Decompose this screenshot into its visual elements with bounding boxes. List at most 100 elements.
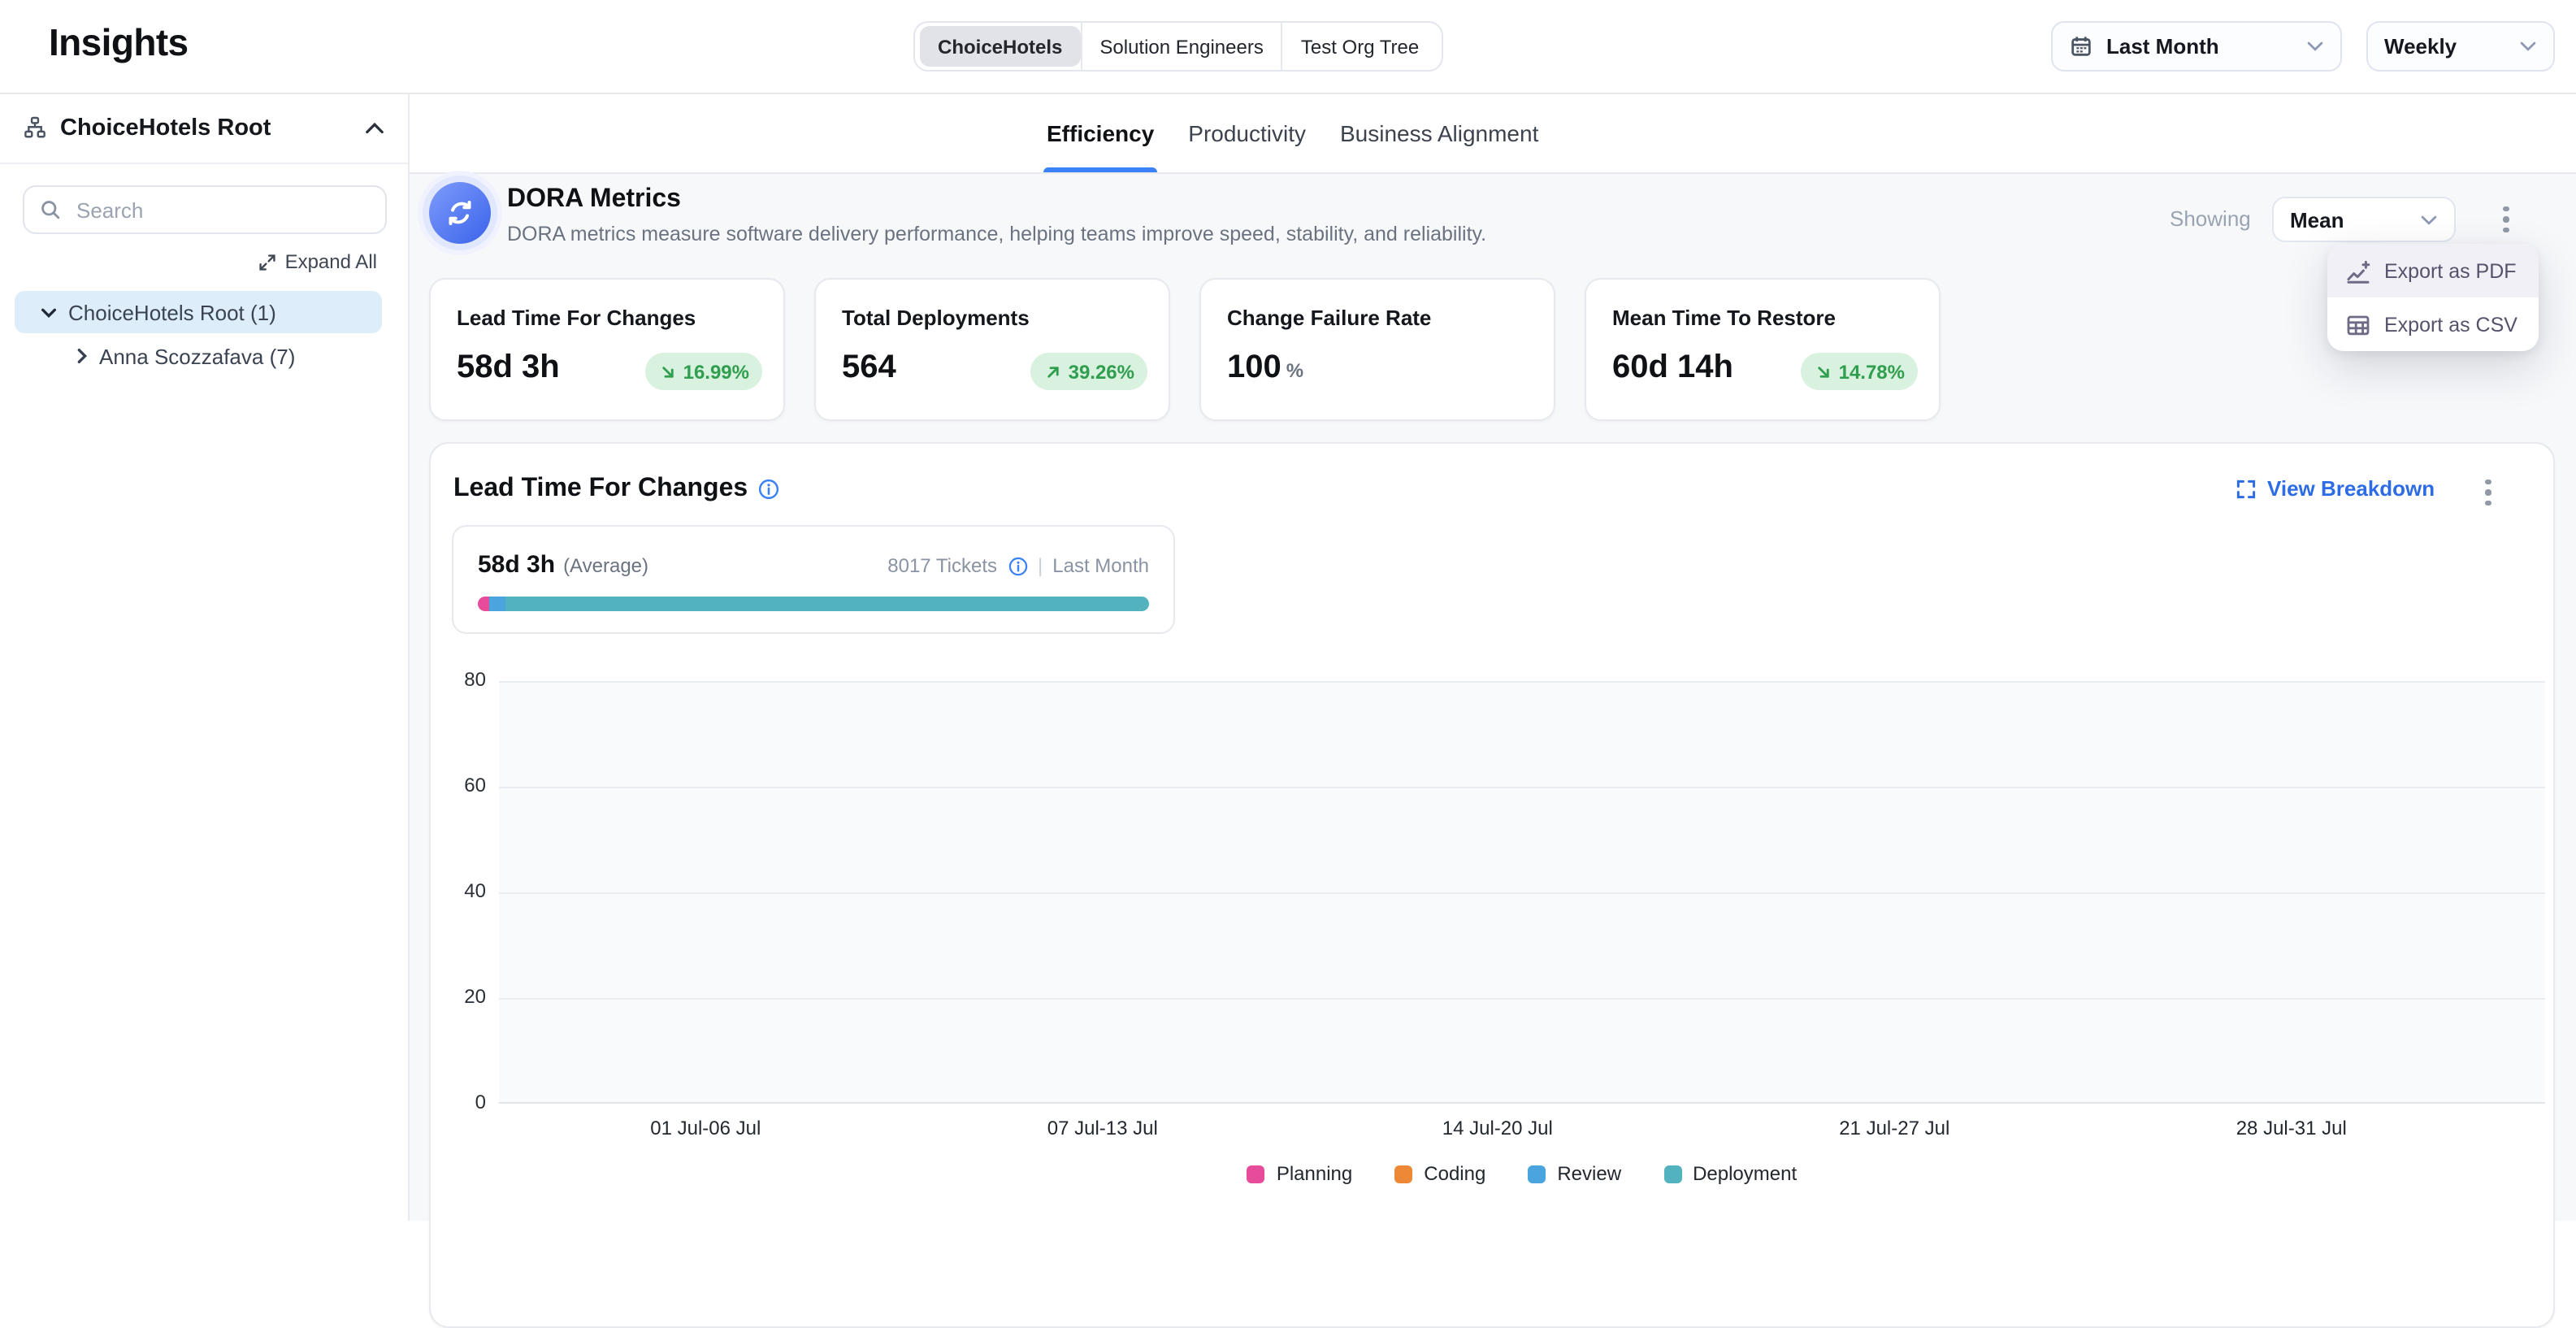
tree-node-anna-scozzafava[interactable]: Anna Scozzafava (7) (15, 335, 382, 377)
lead-time-summary-card: 58d 3h (Average) 8017 Tickets | Last Mon… (452, 525, 1175, 634)
org-tab-choicehotels[interactable]: ChoiceHotels (920, 26, 1080, 67)
active-tab-underline (1043, 167, 1157, 172)
y-tick: 40 (431, 879, 486, 902)
x-tick: 14 Jul-20 Jul (1442, 1117, 1553, 1139)
showing-label: Showing (2170, 206, 2251, 231)
org-hierarchy-icon (23, 115, 47, 140)
lead-time-chart-card: Lead Time For Changes View Breakdown 58d… (429, 442, 2555, 1328)
chart-plot (499, 681, 2545, 1104)
export-pdf-label: Export as PDF (2384, 259, 2517, 282)
period-label: Last Month (1052, 554, 1149, 577)
export-menu: Export as PDF Export as CSV (2327, 244, 2539, 351)
arrow-down-right-icon (659, 362, 679, 381)
metric-card-total-deployments: Total Deployments 564 39.26% (814, 278, 1170, 421)
legend-item-coding[interactable]: Coding (1394, 1162, 1485, 1185)
export-pdf-menu-item[interactable]: Export as PDF (2327, 244, 2539, 297)
progress-seg-deployment (505, 597, 1149, 611)
tickets-count: 8017 Tickets (887, 554, 997, 577)
metric-value: 60d 14h (1612, 349, 1733, 387)
info-icon[interactable] (757, 478, 780, 501)
expand-all-icon (259, 253, 277, 271)
chevron-down-icon[interactable] (41, 306, 57, 318)
search-icon (39, 198, 62, 221)
aggregation-value: Mean (2290, 207, 2344, 232)
granularity-select[interactable]: Weekly (2366, 21, 2555, 72)
main-content: Efficiency Productivity Business Alignme… (410, 93, 2576, 1221)
x-tick: 21 Jul-27 Jul (1839, 1117, 1949, 1139)
export-csv-menu-item[interactable]: Export as CSV (2327, 297, 2539, 351)
date-range-select[interactable]: Last Month (2051, 21, 2342, 72)
phase-progress-bar (478, 597, 1149, 611)
metric-card-mean-time-to-restore: Mean Time To Restore 60d 14h 14.78% (1585, 278, 1941, 421)
gridline-0 (499, 1102, 2545, 1104)
gridline-80 (499, 681, 2545, 683)
org-switcher: ChoiceHotels Solution Engineers Test Org… (913, 21, 1443, 72)
y-tick: 20 (431, 985, 486, 1008)
y-tick: 80 (431, 668, 486, 691)
tree-node-label: Anna Scozzafava (7) (99, 344, 295, 368)
separator: | (1038, 554, 1043, 577)
table-icon (2345, 311, 2371, 337)
export-csv-label: Export as CSV (2384, 313, 2517, 336)
chart-section-title: Lead Time For Changes (453, 475, 780, 504)
tree-node-label: ChoiceHotels Root (1) (68, 300, 276, 324)
arrow-up-right-icon (1044, 362, 1064, 381)
summary-meta: 8017 Tickets | Last Month (887, 554, 1149, 577)
expand-all-label: Expand All (285, 250, 377, 273)
legend-item-planning[interactable]: Planning (1247, 1162, 1352, 1185)
deployment-swatch (1663, 1165, 1681, 1183)
org-tree-sidebar: ChoiceHotels Root Expand All ChoiceHotel… (0, 93, 410, 1221)
date-range-value: Last Month (2106, 34, 2219, 59)
tab-business-alignment[interactable]: Business Alignment (1340, 93, 1538, 172)
search-input[interactable] (73, 196, 371, 224)
collapse-panel-button[interactable] (364, 121, 385, 134)
chart-legend: Planning Coding Review Deployment (499, 1162, 2545, 1185)
insights-app: Insights ChoiceHotels Solution Engineers… (0, 0, 2576, 1221)
section-tab-bar: Efficiency Productivity Business Alignme… (410, 93, 2576, 174)
metric-unit: % (1286, 359, 1303, 382)
legend-item-deployment[interactable]: Deployment (1663, 1162, 1797, 1185)
arrow-down-right-icon (1815, 362, 1834, 381)
calendar-icon (2069, 34, 2093, 59)
trend-value: 39.26% (1069, 360, 1134, 383)
page-title: Insights (49, 21, 189, 65)
metric-title: Total Deployments (842, 306, 1030, 330)
tab-productivity[interactable]: Productivity (1188, 93, 1306, 172)
dora-cycle-icon (429, 182, 491, 244)
dora-metrics-title: DORA Metrics (507, 185, 681, 215)
sidebar-title: ChoiceHotels Root (60, 115, 271, 141)
x-axis: 01 Jul-06 Jul 07 Jul-13 Jul 14 Jul-20 Ju… (499, 1117, 2545, 1149)
legend-item-review[interactable]: Review (1528, 1162, 1621, 1185)
dora-more-menu-button[interactable] (2493, 200, 2519, 239)
metric-value: 58d 3h (457, 349, 560, 387)
expand-all-button[interactable]: Expand All (259, 250, 377, 273)
org-tab-test-org-tree[interactable]: Test Org Tree (1283, 26, 1437, 67)
granularity-value: Weekly (2384, 34, 2457, 59)
aggregation-select[interactable]: Mean (2272, 197, 2456, 242)
tab-efficiency[interactable]: Efficiency (1047, 93, 1154, 172)
tree-node-choicehotels-root[interactable]: ChoiceHotels Root (1) (15, 291, 382, 333)
sidebar-search (23, 185, 387, 234)
metric-title: Mean Time To Restore (1612, 306, 1836, 330)
org-tab-solution-engineers[interactable]: Solution Engineers (1080, 21, 1282, 72)
gridline-20 (499, 998, 2545, 1000)
x-tick: 28 Jul-31 Jul (2236, 1117, 2347, 1139)
y-tick: 0 (431, 1091, 486, 1113)
chart-more-menu-button[interactable] (2475, 473, 2501, 512)
metric-value: 100% (1227, 349, 1303, 387)
chevron-right-icon[interactable] (76, 348, 88, 364)
trend-badge: 39.26% (1031, 353, 1147, 390)
chevron-down-icon (2519, 41, 2537, 52)
metric-value: 564 (842, 349, 896, 387)
x-tick: 07 Jul-13 Jul (1047, 1117, 1158, 1139)
gridline-40 (499, 892, 2545, 894)
review-swatch (1528, 1165, 1546, 1183)
expand-corners-icon (2235, 477, 2257, 500)
view-breakdown-button[interactable]: View Breakdown (2235, 476, 2435, 501)
chevron-down-icon (2306, 41, 2324, 52)
info-icon[interactable] (1007, 555, 1028, 576)
progress-seg-planning (478, 597, 489, 611)
coding-swatch (1394, 1165, 1412, 1183)
metric-title: Lead Time For Changes (457, 306, 696, 330)
x-tick: 01 Jul-06 Jul (650, 1117, 761, 1139)
